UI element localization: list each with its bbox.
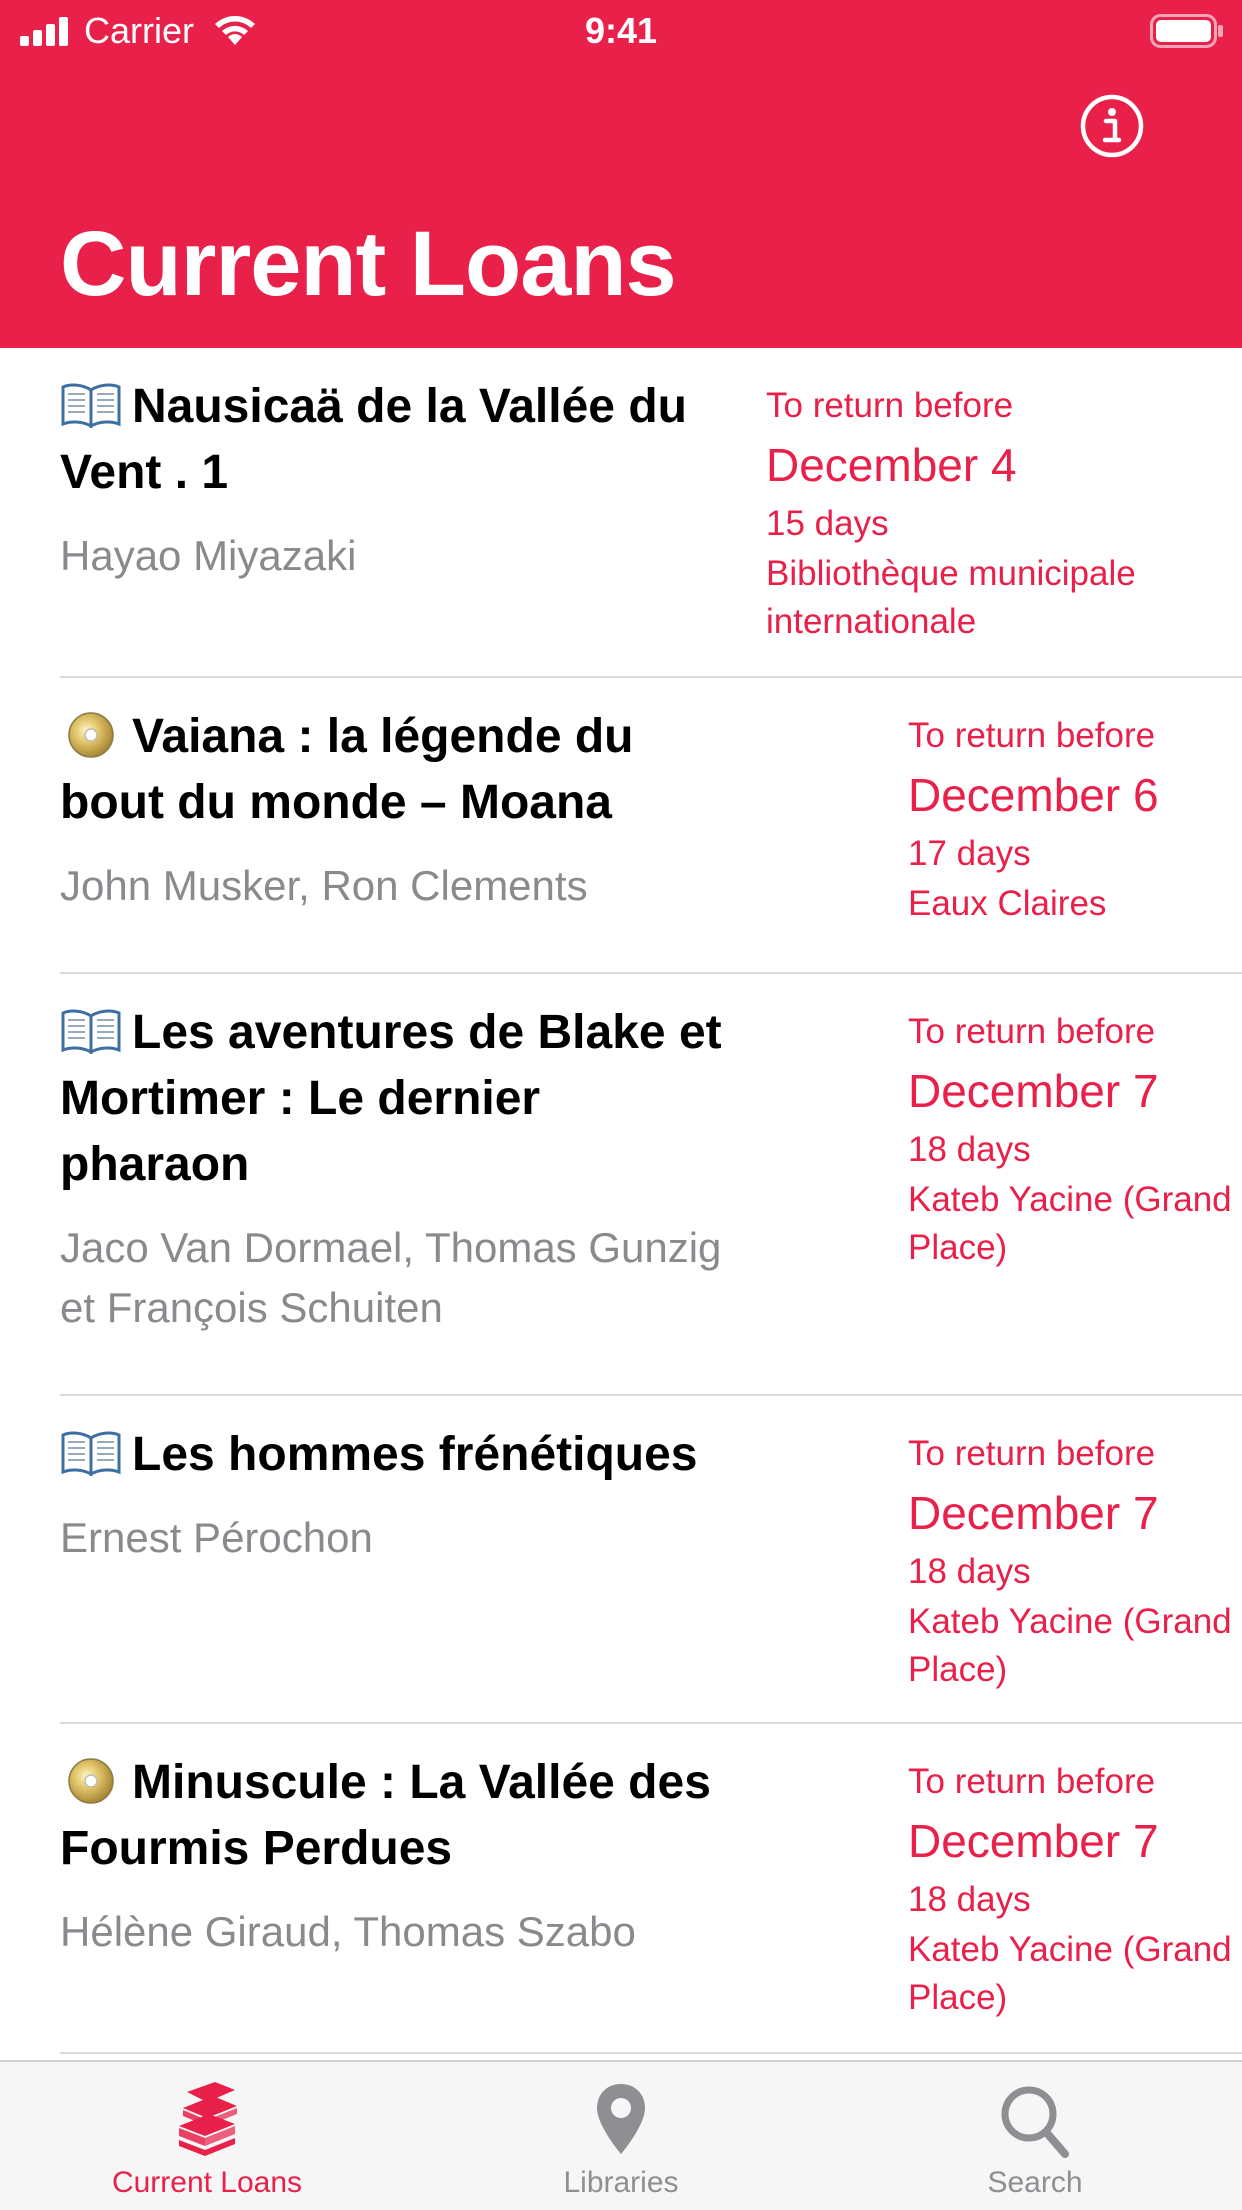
tab-search[interactable]: Search xyxy=(828,2062,1242,2210)
page-title: Current Loans xyxy=(60,213,677,315)
due-date: December 7 xyxy=(908,1487,1159,1539)
search-icon xyxy=(1001,2086,1069,2158)
loan-row[interactable]: Minuscule : La Vallée des Fourmis Perdue… xyxy=(60,1724,1242,2052)
tab-label: Current Loans xyxy=(111,2166,303,2199)
status-time: 9:41 xyxy=(584,10,658,51)
loan-title-text: Nausicaä de la Vallée du Vent . 1 xyxy=(60,380,687,499)
loan-author: Hayao Miyazaki xyxy=(60,532,357,579)
days-left: 18 days xyxy=(908,1880,1031,1919)
tab-bar: Current Loans Libraries Search xyxy=(0,2060,1242,2210)
loan-author: Jaco Van Dormael, Thomas Gunzig et Franç… xyxy=(60,1224,722,1331)
due-label: To return before xyxy=(908,716,1156,755)
row-divider xyxy=(60,2052,1242,2054)
loan-title-text: Vaiana : la légende du bout du monde – M… xyxy=(60,710,634,829)
status-bar: Carrier 9:41 xyxy=(0,0,1242,62)
info-circle-icon[interactable] xyxy=(1080,94,1144,158)
navigation-header: Carrier 9:41 Current Loans xyxy=(0,0,1242,348)
loan-author: Hélène Giraud, Thomas Szabo xyxy=(60,1908,636,1955)
loan-title: Les hommes frénétiques xyxy=(60,1422,760,1488)
tab-label: Libraries xyxy=(563,2166,679,2199)
loan-row[interactable]: Vaiana : la légende du bout du monde – M… xyxy=(60,678,1242,972)
due-info: To return before December 7 18 days Kate… xyxy=(908,1006,1238,1272)
due-date: December 7 xyxy=(908,1065,1159,1117)
loan-title: Minuscule : La Vallée des Fourmis Perdue… xyxy=(60,1750,740,1882)
due-label: To return before xyxy=(908,1762,1156,1801)
tab-current-loans[interactable]: Current Loans xyxy=(0,2062,414,2210)
library-name: Kateb Yacine (Grand Place) xyxy=(908,1602,1232,1689)
library-name: Kateb Yacine (Grand Place) xyxy=(908,1930,1232,2017)
loan-title-text: Les hommes frénétiques xyxy=(132,1428,698,1481)
library-name: Eaux Claires xyxy=(908,884,1107,923)
loan-title: Vaiana : la légende du bout du monde – M… xyxy=(60,704,740,836)
loan-title: Nausicaä de la Vallée du Vent . 1 xyxy=(60,374,740,506)
tab-libraries[interactable]: Libraries xyxy=(414,2062,828,2210)
dvd-icon xyxy=(68,1758,114,1804)
loan-title: Les aventures de Blake et Mortimer : Le … xyxy=(60,1000,740,1198)
due-date: December 6 xyxy=(908,769,1159,821)
books-stack-icon xyxy=(179,2082,237,2156)
days-left: 17 days xyxy=(908,834,1031,873)
due-info: To return before December 7 18 days Kate… xyxy=(908,1428,1238,1694)
loan-row[interactable]: Nausicaä de la Vallée du Vent . 1 Hayao … xyxy=(60,348,1242,676)
due-info: To return before December 6 17 days Eaux… xyxy=(908,710,1238,928)
days-left: 15 days xyxy=(766,504,889,543)
due-info: To return before December 7 18 days Kate… xyxy=(908,1756,1238,2022)
days-left: 18 days xyxy=(908,1130,1031,1169)
days-left: 18 days xyxy=(908,1552,1031,1591)
library-name: Kateb Yacine (Grand Place) xyxy=(908,1180,1232,1267)
due-date: December 4 xyxy=(766,439,1017,491)
dvd-icon xyxy=(68,712,114,758)
due-label: To return before xyxy=(908,1012,1156,1051)
map-pin-icon xyxy=(597,2084,645,2154)
loan-author: John Musker, Ron Clements xyxy=(60,862,588,909)
battery-icon xyxy=(1150,14,1223,48)
tab-label: Search xyxy=(987,2166,1083,2199)
book-icon xyxy=(61,1009,121,1054)
loan-author: Ernest Pérochon xyxy=(60,1514,373,1561)
book-icon xyxy=(61,1431,121,1476)
loan-row[interactable]: Les aventures de Blake et Mortimer : Le … xyxy=(60,974,1242,1394)
due-label: To return before xyxy=(908,1434,1156,1473)
due-label: To return before xyxy=(766,386,1014,425)
loan-row[interactable]: Les hommes frénétiques Ernest Pérochon T… xyxy=(60,1396,1242,1722)
loan-title-text: Minuscule : La Vallée des Fourmis Perdue… xyxy=(60,1756,711,1875)
due-info: To return before December 4 15 days Bibl… xyxy=(766,380,1186,646)
library-name: Bibliothèque municipale internationale xyxy=(766,554,1136,641)
loan-title-text: Les aventures de Blake et Mortimer : Le … xyxy=(60,1006,722,1191)
book-icon xyxy=(61,383,121,428)
due-date: December 7 xyxy=(908,1815,1159,1867)
